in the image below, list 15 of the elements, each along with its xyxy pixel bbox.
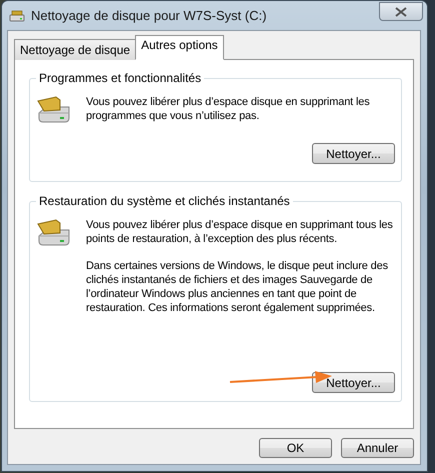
clean-button[interactable]: Nettoyer... [312,143,395,164]
dialog-button[interactable]: OK [259,438,332,458]
dialog-button[interactable]: Annuler [341,438,414,458]
clean-button[interactable]: Nettoyer... [312,372,395,393]
disk-icon [9,10,25,22]
close-button[interactable] [379,2,423,21]
window-title: Nettoyage de disque pour W7S-Syst (C:) [31,8,268,23]
description-text: Vous pouvez libérer plus d’espace disque en supprimant tous les points de restauration, à l’exception des plus récents. [86,218,394,246]
group-title: Programmes et fonctionnalités [36,71,204,85]
description-text: Dans certaines versions de Windows, le disque peut inclure des clichés instantanés de fichiers et des images Sauvegarde de l’ordinateur Windows plus anciennes en tant que point de restauration. Ces informations seront également supprimées. [86,259,389,315]
description-text: Vous pouvez libérer plus d’espace disque en supprimant les programmes que vous n’utilisez pas. [86,95,371,123]
tab[interactable]: Autres options [135,35,224,60]
close-icon [395,6,407,16]
tab[interactable]: Nettoyage de disque [14,39,136,60]
group-title: Restauration du système et clichés instantanés [36,194,293,208]
